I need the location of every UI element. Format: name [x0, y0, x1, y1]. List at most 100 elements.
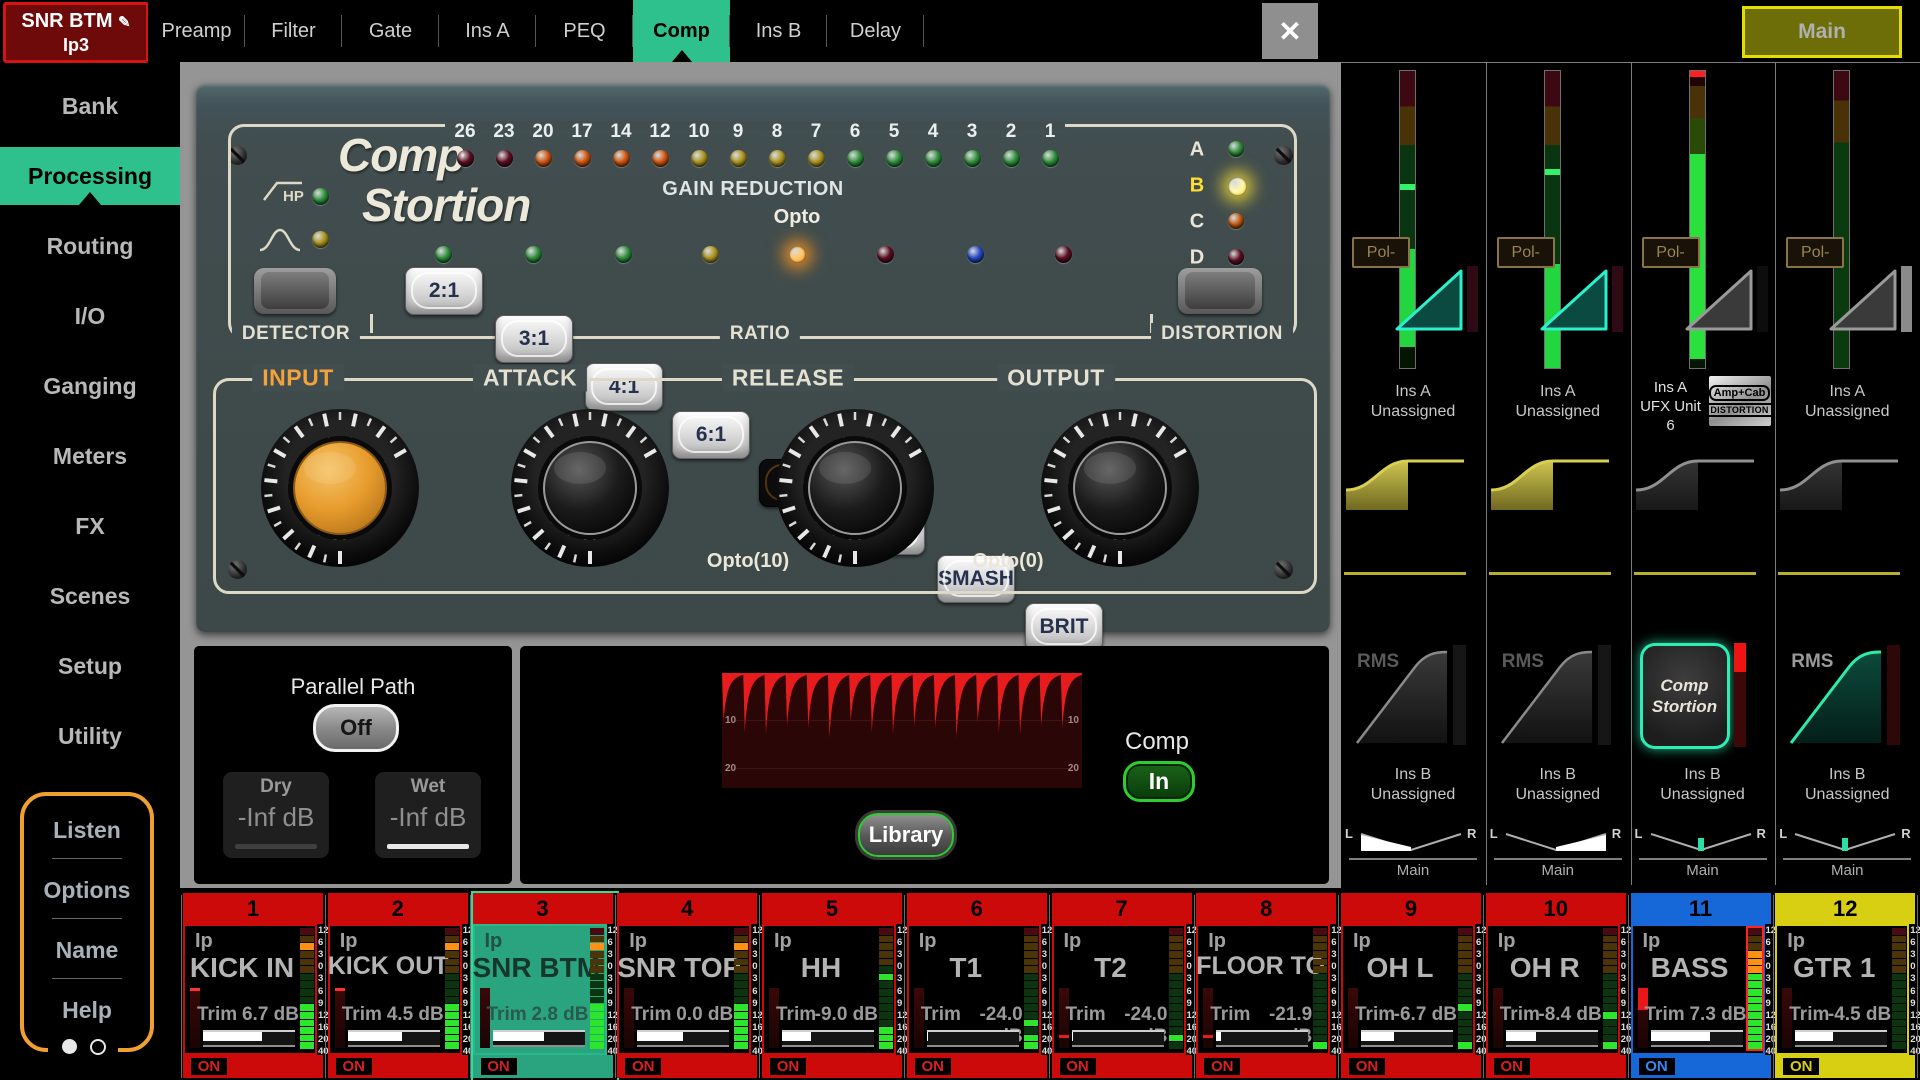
sidebar-item-bank[interactable]: Bank [0, 77, 180, 135]
wet-level-box[interactable]: Wet -Inf dB [375, 772, 481, 858]
distortion-button[interactable] [1178, 268, 1262, 314]
bank-D[interactable]: D [1190, 247, 1204, 270]
knob-attack[interactable]: 012345678910 [505, 403, 675, 573]
close-button[interactable]: ✕ [1262, 3, 1318, 59]
parallel-path-toggle[interactable]: Off [313, 704, 399, 752]
on-button[interactable]: ON [1639, 1058, 1675, 1075]
on-button[interactable]: ON [770, 1058, 806, 1075]
polarity-button[interactable]: Pol- [1497, 237, 1555, 268]
on-button[interactable]: ON [1204, 1058, 1240, 1075]
channel-strip-7[interactable]: 7IpT2Trim-24.0 dB1263036912162040ON [1052, 893, 1196, 1080]
detector-button[interactable] [254, 268, 336, 314]
on-button[interactable]: ON [191, 1058, 227, 1075]
amp-cab-distortion-badge[interactable]: Amp+CabDISTORTION [1709, 376, 1771, 426]
sidebar-item-help[interactable]: Help [24, 986, 150, 1034]
channel-strip-10[interactable]: 10IpOH RTrim-8.4 dB1263036912162040ON [1486, 893, 1630, 1080]
ratio-button-brit[interactable]: BRIT [1025, 603, 1103, 651]
ins-b-slot[interactable]: Ins BUnassigned [1775, 765, 1919, 805]
channel-strip-12[interactable]: 12IpGTR 1Trim-4.5 dB1263036912162040ON [1775, 893, 1919, 1080]
filter-graph[interactable] [1344, 452, 1466, 544]
ins-a-slot[interactable]: Ins AUnassigned [1486, 382, 1630, 422]
sidebar-item-fx[interactable]: FX [0, 497, 180, 555]
gate-graph[interactable] [1827, 266, 1899, 332]
ratio-button-2-1[interactable]: 2:1 [405, 267, 483, 315]
channel-strip-5[interactable]: 5IpHHTrim-9.0 dB1263036912162040ON [762, 893, 906, 1080]
channel-strip-6[interactable]: 6IpT1Trim-24.0 dB1263036912162040ON [907, 893, 1051, 1080]
tab-delay[interactable]: Delay [827, 0, 924, 62]
channel-strip-4[interactable]: 4IpSNR TOPTrim0.0 dB1263036912162040ON [617, 893, 761, 1080]
polarity-button[interactable]: Pol- [1642, 237, 1700, 268]
channel-strip-11[interactable]: 11IpBASSTrim7.3 dB1263036912162040ON [1631, 893, 1775, 1080]
sidebar-item-setup[interactable]: Setup [0, 637, 180, 695]
gate-graph[interactable] [1538, 266, 1610, 332]
pan-control[interactable] [1793, 827, 1897, 855]
ins-a-slot[interactable]: Ins AUFX Unit6 [1633, 378, 1709, 435]
trim-slider[interactable] [203, 1030, 295, 1047]
comp-graph[interactable] [1498, 645, 1596, 745]
sidebar-item-scenes[interactable]: Scenes [0, 567, 180, 625]
library-button[interactable]: Library [858, 813, 954, 857]
tab-insa[interactable]: Ins A [439, 0, 536, 62]
ins-a-slot[interactable]: Ins AUnassigned [1775, 382, 1919, 422]
trim-slider[interactable] [1506, 1030, 1598, 1047]
on-button[interactable]: ON [336, 1058, 372, 1075]
on-button[interactable]: ON [625, 1058, 661, 1075]
trim-slider[interactable] [348, 1030, 440, 1047]
on-button[interactable]: ON [481, 1058, 517, 1075]
on-button[interactable]: ON [1349, 1058, 1385, 1075]
gate-graph[interactable] [1683, 266, 1755, 332]
comp-graph[interactable] [1353, 645, 1451, 745]
ins-b-slot[interactable]: Ins BUnassigned [1631, 765, 1775, 805]
polarity-button[interactable]: Pol- [1352, 237, 1410, 268]
knob-input[interactable]: 012345678910 [255, 403, 425, 573]
trim-slider[interactable] [1795, 1030, 1887, 1047]
knob-release[interactable]: 012345678910 [770, 403, 940, 573]
page-dot-1[interactable] [62, 1039, 77, 1054]
trim-slider[interactable] [1216, 1030, 1308, 1047]
ins-b-slot[interactable]: Ins BUnassigned [1486, 765, 1630, 805]
sidebar-item-routing[interactable]: Routing [0, 217, 180, 275]
dry-fader[interactable] [235, 844, 317, 849]
filter-graph[interactable] [1489, 452, 1611, 544]
peq-graph[interactable] [1634, 572, 1756, 575]
trim-slider[interactable] [782, 1030, 874, 1047]
on-button[interactable]: ON [915, 1058, 951, 1075]
peq-graph[interactable] [1778, 572, 1900, 575]
channel-strip-1[interactable]: 1IpKICK INTrim6.7 dB1263036912162040ON [183, 893, 327, 1080]
trim-slider[interactable] [493, 1030, 585, 1047]
ratio-button-3-1[interactable]: 3:1 [495, 315, 573, 363]
ins-a-slot[interactable]: Ins AUnassigned [1341, 382, 1485, 422]
peq-graph[interactable] [1489, 572, 1611, 575]
comp-graph[interactable] [1787, 645, 1885, 745]
bank-A[interactable]: A [1190, 139, 1204, 162]
pan-control[interactable] [1359, 827, 1463, 855]
current-channel-button[interactable]: SNR BTM ✎ Ip3 [3, 2, 149, 63]
tab-filter[interactable]: Filter [245, 0, 342, 62]
trim-slider[interactable] [1651, 1030, 1743, 1047]
sidebar-item-io[interactable]: I/O [0, 287, 180, 345]
filter-graph[interactable] [1778, 452, 1900, 544]
bank-B[interactable]: B [1190, 175, 1204, 198]
tab-comp[interactable]: Comp [633, 0, 730, 62]
sidebar-item-listen[interactable]: Listen [24, 806, 150, 854]
gate-graph[interactable] [1393, 266, 1465, 332]
sidebar-item-options[interactable]: Options [24, 866, 150, 914]
knob-output[interactable]: 012345678910 [1035, 403, 1205, 573]
polarity-button[interactable]: Pol- [1786, 237, 1844, 268]
comp-in-button[interactable]: In [1123, 761, 1195, 802]
sidebar-item-utility[interactable]: Utility [0, 707, 180, 765]
sidebar-item-meters[interactable]: Meters [0, 427, 180, 485]
tab-preamp[interactable]: Preamp [148, 0, 245, 62]
main-mix-button[interactable]: Main [1742, 6, 1902, 58]
wet-fader[interactable] [387, 844, 469, 849]
channel-strip-2[interactable]: 2IpKICK OUTTrim4.5 dB1263036912162040ON [328, 893, 472, 1080]
channel-strip-3[interactable]: 3IpSNR BTMTrim2.8 dB1263036912162040ON [473, 893, 617, 1080]
tab-peq[interactable]: PEQ [536, 0, 633, 62]
on-button[interactable]: ON [1494, 1058, 1530, 1075]
page-dot-2[interactable] [90, 1039, 106, 1055]
sidebar-item-ganging[interactable]: Ganging [0, 357, 180, 415]
sidebar-item-processing[interactable]: Processing [0, 147, 180, 205]
trim-slider[interactable] [1072, 1030, 1164, 1047]
filter-graph[interactable] [1634, 452, 1756, 544]
peq-graph[interactable] [1344, 572, 1466, 575]
